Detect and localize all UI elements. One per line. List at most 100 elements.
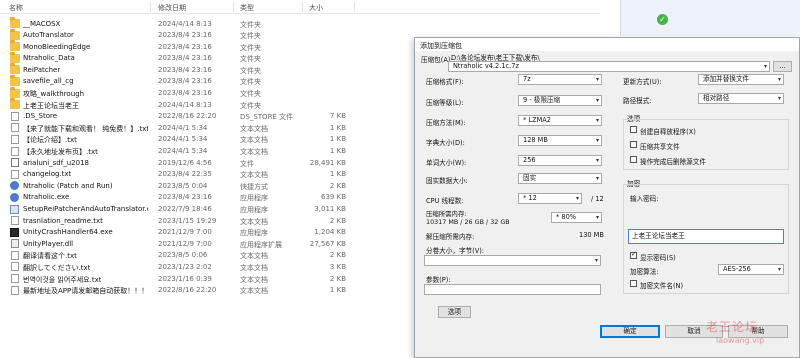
add-to-archive-dialog: 添加到压缩包 压缩包(A): D:\各论坛发布\老王下载\发布\ Ntrahol… bbox=[414, 37, 800, 358]
archive-name-input[interactable]: Ntraholic v4.2.1c.7z ▾ bbox=[448, 61, 770, 72]
text-file-icon bbox=[11, 123, 19, 133]
file-row[interactable]: 翻訳してください.txt 2023/1/23 2:02 文本文档 3 KB bbox=[0, 261, 420, 273]
encrypt-method-select[interactable]: AES-256 ▾ bbox=[718, 264, 784, 275]
solid-select[interactable]: 固实 ▾ bbox=[518, 173, 602, 184]
file-row[interactable]: Ntraholic (Patch and Run) 2023/8/5 0:04 快捷… bbox=[0, 180, 420, 192]
file-name: UnityPlayer.dll bbox=[23, 239, 74, 248]
level-label: 压缩等级(L): bbox=[426, 99, 464, 107]
split-label: 分卷大小，字节(V): bbox=[426, 247, 485, 255]
file-row[interactable]: 【永久地址发布页】.txt 2024/4/1 5:34 文本文档 1 KB bbox=[0, 146, 420, 158]
shortcut-icon bbox=[10, 181, 19, 191]
file-name: trasnlation_readme.txt bbox=[23, 216, 103, 225]
file-row[interactable]: UnityPlayer.dll 2021/12/9 7:00 应用程序扩展 27,56… bbox=[0, 238, 420, 250]
file-date: 2019/12/6 4:56 bbox=[158, 158, 212, 167]
sfx-checkbox[interactable] bbox=[630, 126, 637, 133]
file-date: 2023/8/5 0:06 bbox=[158, 251, 208, 260]
file-row[interactable]: SetupReiPatcherAndAutoTranslator.exe 2022… bbox=[0, 204, 420, 216]
file-name: 翻译请看这个.txt bbox=[23, 252, 77, 261]
file-row[interactable]: Ntraholic_Data 2023/8/4 23:16 文件夹 bbox=[0, 51, 420, 65]
file-row[interactable]: 번역이것을 읽어주세요.txt 2023/1/16 0:39 文本文档 2 KB bbox=[0, 273, 420, 285]
params-input[interactable] bbox=[424, 284, 601, 295]
file-name: __MACOSX bbox=[23, 19, 61, 28]
file-row[interactable]: MonoBleedingEdge 2023/8/4 23:16 文件夹 bbox=[0, 40, 420, 53]
unity-icon bbox=[10, 227, 19, 237]
params-label: 参数(P): bbox=[426, 276, 451, 284]
file-row[interactable]: 上老王论坛当老王 2024/4/14 8:13 文件夹 bbox=[0, 98, 420, 111]
file-type: 文本文档 bbox=[240, 136, 268, 145]
file-row[interactable]: UnityCrashHandler64.exe 2021/12/9 7:00 应用程… bbox=[0, 227, 420, 239]
file-date: 2023/8/4 23:16 bbox=[158, 31, 212, 40]
background-panel bbox=[620, 0, 800, 36]
file-row[interactable]: 攻略_walkthrough 2023/8/4 23:16 文件夹 bbox=[0, 86, 420, 100]
format-select[interactable]: 7z ▾ bbox=[518, 74, 602, 85]
file-row[interactable]: 【来了就能下载和观看！ 纯免费！】.txt 2024/4/1 5:34 文本文档 1 … bbox=[0, 122, 420, 134]
file-type: 文本文档 bbox=[240, 148, 268, 157]
watermark-sub: laowang.vip bbox=[716, 336, 765, 345]
file-row[interactable]: savefile_all_cg 2023/8/4 23:16 文件夹 bbox=[0, 74, 420, 88]
shared-checkbox[interactable] bbox=[630, 141, 637, 148]
file-date: 2024/4/14 8:13 bbox=[158, 100, 212, 109]
text-file-icon bbox=[11, 250, 19, 260]
file-row[interactable]: arialuni_sdf_u2018 2019/12/6 4:56 文件 28,491… bbox=[0, 157, 420, 169]
text-file-icon bbox=[11, 285, 19, 295]
file-name: arialuni_sdf_u2018 bbox=[23, 158, 89, 167]
file-date: 2022/8/16 22:20 bbox=[158, 286, 217, 295]
dict-select[interactable]: 128 MB ▾ bbox=[518, 135, 602, 146]
file-icon bbox=[11, 111, 19, 121]
show-password-checkbox[interactable] bbox=[630, 250, 637, 259]
file-date: 2023/8/4 23:16 bbox=[158, 77, 212, 86]
file-name: savefile_all_cg bbox=[23, 77, 74, 86]
file-name: SetupReiPatcherAndAutoTranslator.exe bbox=[23, 205, 148, 213]
memory-select[interactable]: * 80% ▾ bbox=[551, 212, 602, 223]
file-name: changelog.txt bbox=[23, 170, 72, 179]
browse-button[interactable]: ... bbox=[773, 61, 792, 72]
sfx-label: 创建自释放程序(X) bbox=[640, 128, 696, 136]
folder-icon bbox=[10, 98, 20, 110]
file-row[interactable]: __MACOSX 2024/4/14 8:13 文件夹 bbox=[0, 17, 420, 30]
file-row[interactable]: 翻译请看这个.txt 2023/8/5 0:06 文本文档 2 KB bbox=[0, 250, 420, 262]
text-file-icon bbox=[11, 216, 19, 226]
column-size[interactable]: 大小 bbox=[309, 3, 323, 13]
level-select[interactable]: 9 - 极限压缩 ▾ bbox=[518, 95, 602, 106]
file-type: 应用程序 bbox=[240, 229, 268, 238]
chevron-down-icon[interactable]: ▾ bbox=[764, 62, 767, 71]
folder-icon bbox=[10, 74, 20, 86]
options-button[interactable]: 选项 bbox=[438, 306, 471, 318]
file-type: 文件夹 bbox=[240, 66, 261, 75]
word-select[interactable]: 256 ▾ bbox=[518, 155, 602, 166]
ok-button[interactable]: 确定 bbox=[600, 325, 660, 338]
file-size: 2 KB bbox=[329, 251, 346, 260]
file-row[interactable]: 最新地址及APP请发邮箱自动获取！！！... 2022/8/16 22:20 文本文… bbox=[0, 285, 420, 297]
file-size: 7 KB bbox=[329, 112, 346, 121]
path-mode-select[interactable]: 相对路径 ▾ bbox=[698, 93, 784, 104]
threads-total: / 12 bbox=[591, 195, 604, 203]
file-row[interactable]: changelog.txt 2023/8/4 22:35 文本文档 1 KB bbox=[0, 169, 420, 181]
file-name: 翻訳してください.txt bbox=[23, 263, 91, 272]
method-select[interactable]: * LZMA2 ▾ bbox=[518, 115, 602, 126]
file-row[interactable]: 【论坛介绍】.txt 2024/4/1 5:34 文本文档 1 KB bbox=[0, 134, 420, 146]
column-date[interactable]: 修改日期 bbox=[158, 3, 186, 13]
update-select[interactable]: 添加并替换文件 ▾ bbox=[698, 74, 784, 85]
file-row[interactable]: trasnlation_readme.txt 2023/1/15 19:29 文本文… bbox=[0, 215, 420, 227]
file-size: 2 KB bbox=[329, 181, 346, 190]
password-input[interactable]: 上老王论坛当老王 bbox=[628, 229, 784, 244]
delete-label: 操作完成后删除源文件 bbox=[640, 158, 706, 166]
column-type[interactable]: 类型 bbox=[240, 3, 254, 13]
threads-select[interactable]: * 12 ▾ bbox=[518, 193, 582, 204]
archive-name-value: Ntraholic v4.2.1c.7z bbox=[453, 62, 519, 70]
column-name[interactable]: 名称 bbox=[9, 3, 23, 13]
memory-detail: 10317 MB / 26 GB / 32 GB bbox=[426, 218, 510, 226]
file-row[interactable]: Ntraholic.exe 2023/8/4 23:16 应用程序 639 KB bbox=[0, 192, 420, 204]
file-row[interactable]: ReiPatcher 2023/8/4 23:16 文件夹 bbox=[0, 63, 420, 76]
encrypt-names-checkbox[interactable] bbox=[630, 280, 637, 287]
file-row[interactable]: .DS_Store 2022/8/16 22:20 DS_STORE 文件 7 KB bbox=[0, 111, 420, 123]
update-label: 更新方式(U): bbox=[623, 78, 662, 86]
file-type: 文本文档 bbox=[240, 217, 268, 226]
file-type: 应用程序扩展 bbox=[240, 240, 282, 249]
file-row[interactable]: AutoTranslator 2023/8/4 23:16 文件夹 bbox=[0, 28, 420, 42]
delete-checkbox[interactable] bbox=[630, 156, 637, 163]
chevron-down-icon: ▾ bbox=[595, 97, 599, 104]
dll-icon bbox=[11, 239, 19, 249]
split-select[interactable]: ▾ bbox=[424, 255, 601, 266]
text-file-icon bbox=[11, 262, 19, 272]
